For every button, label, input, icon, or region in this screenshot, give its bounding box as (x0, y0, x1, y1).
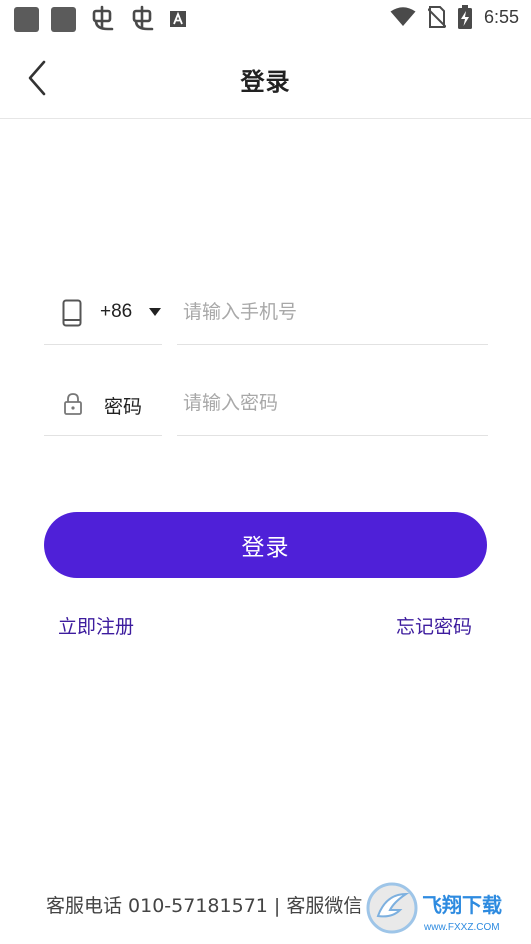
password-field-container (177, 373, 488, 436)
password-input[interactable] (183, 385, 478, 421)
page-title: 登录 (240, 68, 291, 96)
app-square-icon (51, 6, 76, 32)
phone-input[interactable] (183, 294, 478, 330)
wifi-icon (390, 7, 416, 26)
country-code-selector[interactable]: +86 (44, 282, 162, 345)
chevron-down-icon (149, 308, 161, 316)
bug-icon (132, 5, 154, 31)
nav-bar: 登录 (0, 38, 531, 119)
country-code: +86 (100, 301, 133, 322)
password-row: 密码 (44, 373, 488, 436)
a-font-icon (170, 11, 186, 27)
bug-icon (92, 5, 114, 31)
lock-icon (64, 393, 82, 415)
status-bar: 6:55 (0, 0, 531, 38)
phone-field-container (177, 282, 488, 345)
password-label: 密码 (104, 396, 143, 418)
register-link[interactable]: 立即注册 (58, 612, 134, 639)
forgot-password-link[interactable]: 忘记密码 (396, 612, 472, 639)
battery-charging-icon (457, 5, 472, 29)
svg-text:www.FXXZ.COM: www.FXXZ.COM (423, 922, 500, 933)
phone-icon (62, 299, 82, 327)
login-button[interactable]: 登录 (44, 512, 487, 578)
status-bar-right: 6:55 (390, 5, 519, 29)
svg-text:飞翔下载: 飞翔下载 (422, 893, 502, 917)
status-time: 6:55 (483, 6, 519, 27)
password-label-cell: 密码 (44, 373, 162, 436)
customer-service-text: 客服电话 010-57181571 | 客服微信 (46, 895, 363, 917)
phone-row: +86 (44, 282, 488, 345)
watermark-logo: 飞翔下载 www.FXXZ.COM (364, 880, 524, 936)
login-button-label: 登录 (241, 535, 290, 561)
status-bar-left (14, 5, 186, 33)
app-square-icon (14, 6, 39, 32)
no-sim-icon (427, 6, 446, 28)
